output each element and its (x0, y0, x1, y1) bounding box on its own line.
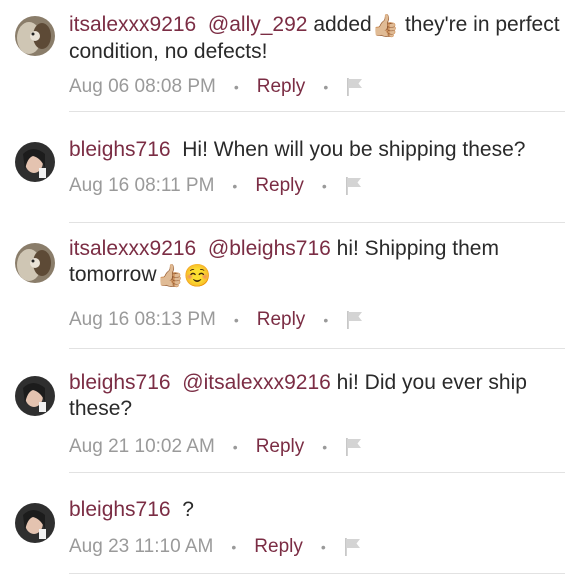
comment-timestamp: Aug 16 08:13 PM (69, 309, 216, 330)
separator-dot: • (323, 79, 329, 95)
comment-username[interactable]: bleighs716 (69, 371, 171, 394)
divider (69, 348, 565, 349)
comment-mention[interactable]: @ally_292 (208, 13, 308, 36)
avatar-bleighs716[interactable] (15, 503, 55, 543)
avatar-bleighs716[interactable] (15, 376, 55, 416)
avatar-itsalexxx9216[interactable] (15, 16, 55, 56)
comment-meta: Aug 21 10:02 AM • Reply • (69, 434, 363, 460)
divider (69, 472, 565, 473)
reply-link[interactable]: Reply (255, 175, 304, 197)
comment-username[interactable]: itsalexxx9216 (69, 237, 196, 260)
comment-text: itsalexxx9216 @bleighs716 hi! Shipping t… (69, 236, 569, 289)
separator-dot: • (231, 539, 237, 555)
comment-meta: Aug 23 11:10 AM • Reply • (69, 534, 362, 560)
thumbs-up-emoji: 👍🏼 (371, 13, 400, 38)
comment-meta: Aug 06 08:08 PM • Reply • (69, 74, 364, 100)
separator-dot: • (233, 79, 239, 95)
comment-timestamp: Aug 21 10:02 AM (69, 436, 215, 457)
reply-link[interactable]: Reply (257, 309, 306, 331)
comment-text: itsalexxx9216 @ally_292 added👍🏼 they're … (69, 12, 569, 65)
reply-link[interactable]: Reply (254, 536, 303, 558)
comment-body: added (313, 13, 372, 36)
separator-dot: • (320, 539, 326, 555)
flag-icon[interactable] (346, 77, 364, 97)
reply-link[interactable]: Reply (256, 436, 305, 458)
flag-icon[interactable] (345, 176, 363, 196)
divider (69, 222, 565, 223)
comment-timestamp: Aug 06 08:08 PM (69, 76, 216, 97)
comment-body: Hi! When will you be shipping these? (182, 138, 526, 161)
flag-icon[interactable] (344, 537, 362, 557)
flag-icon[interactable] (345, 437, 363, 457)
comment-meta: Aug 16 08:11 PM • Reply • (69, 173, 363, 199)
divider (69, 573, 565, 574)
separator-dot: • (232, 178, 238, 194)
comment-thread: itsalexxx9216 @ally_292 added👍🏼 they're … (0, 0, 580, 580)
comment-username[interactable]: itsalexxx9216 (69, 13, 196, 36)
thumbs-up-smile-emoji: 👍🏼☺️ (156, 263, 212, 288)
comment-text: bleighs716 ? (69, 497, 569, 523)
avatar-itsalexxx9216[interactable] (15, 243, 55, 283)
comment-username[interactable]: bleighs716 (69, 498, 171, 521)
reply-link[interactable]: Reply (257, 76, 306, 98)
comment-meta: Aug 16 08:13 PM • Reply • (69, 307, 364, 333)
avatar-bleighs716[interactable] (15, 142, 55, 182)
flag-icon[interactable] (346, 310, 364, 330)
divider (69, 111, 565, 112)
comment-timestamp: Aug 16 08:11 PM (69, 175, 215, 196)
separator-dot: • (232, 439, 238, 455)
separator-dot: • (323, 312, 329, 328)
comment-mention[interactable]: @bleighs716 (208, 237, 331, 260)
separator-dot: • (233, 312, 239, 328)
comment-timestamp: Aug 23 11:10 AM (69, 536, 214, 557)
comment-text: bleighs716 @itsalexxx9216 hi! Did you ev… (69, 370, 569, 422)
separator-dot: • (322, 439, 328, 455)
comment-text: bleighs716 Hi! When will you be shipping… (69, 137, 569, 163)
comment-body: ? (182, 498, 194, 521)
separator-dot: • (321, 178, 327, 194)
comment-mention[interactable]: @itsalexxx9216 (182, 371, 331, 394)
comment-username[interactable]: bleighs716 (69, 138, 171, 161)
